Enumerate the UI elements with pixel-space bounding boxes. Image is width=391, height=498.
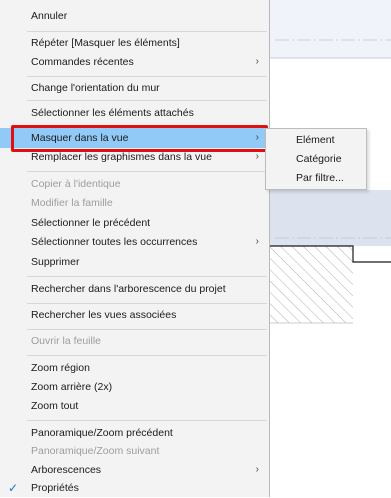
menu-separator: [27, 329, 267, 330]
menu-item-label: Sélectionner les éléments attachés: [31, 107, 194, 119]
menu-item-label: Rechercher les vues associées: [31, 309, 177, 321]
menu-item-modifier-famille: Modifier la famille: [0, 193, 268, 213]
menu-separator: [27, 420, 267, 421]
menu-item-label: Modifier la famille: [31, 197, 113, 209]
menu-separator: [27, 31, 267, 32]
menu-item-label: Commandes récentes: [31, 56, 134, 68]
menu-separator: [27, 276, 267, 277]
menu-item-label: Supprimer: [31, 256, 80, 268]
menu-item-label: Change l'orientation du mur: [31, 82, 160, 94]
menu-item-label: Panoramique/Zoom précédent: [31, 427, 173, 439]
menu-item-label: Panoramique/Zoom suivant: [31, 445, 160, 457]
menu-item-supprimer[interactable]: Supprimer: [0, 252, 268, 272]
checkmark-icon: ✓: [8, 481, 19, 495]
menu-item-selectionner-precedent[interactable]: Sélectionner le précédent: [0, 213, 268, 233]
context-menu: Annuler Répéter [Masquer les éléments] C…: [0, 0, 270, 497]
menu-item-selectionner-attaches[interactable]: Sélectionner les éléments attachés: [0, 103, 268, 123]
menu-item-ouvrir-feuille: Ouvrir la feuille: [0, 331, 268, 351]
highlight-annotation-box: [11, 125, 268, 152]
submenu-item-element[interactable]: Elément: [266, 131, 366, 150]
menu-item-zoom-tout[interactable]: Zoom tout: [0, 396, 268, 416]
submenu-item-par-filtre[interactable]: Par filtre...: [266, 169, 366, 188]
menu-item-selectionner-occurrences[interactable]: Sélectionner toutes les occurrences ›: [0, 232, 268, 252]
menu-item-change-orientation[interactable]: Change l'orientation du mur: [0, 78, 268, 98]
menu-item-label: Propriétés: [31, 482, 79, 494]
submenu-item-label: Par filtre...: [296, 172, 344, 184]
chevron-right-icon: ›: [255, 464, 259, 475]
menu-separator: [27, 171, 267, 172]
menu-item-label: Arborescences: [31, 464, 102, 476]
menu-item-annuler[interactable]: Annuler: [0, 6, 268, 26]
menu-item-label: Zoom région: [31, 362, 90, 374]
menu-separator: [27, 76, 267, 77]
menu-item-commandes-recentes[interactable]: Commandes récentes ›: [0, 52, 268, 72]
menu-separator: [27, 303, 267, 304]
menu-item-copier-identique: Copier à l'identique: [0, 174, 268, 194]
menu-item-rechercher-arborescence[interactable]: Rechercher dans l'arborescence du projet: [0, 279, 268, 299]
menu-item-panoramique-precedent[interactable]: Panoramique/Zoom précédent: [0, 423, 268, 443]
menu-item-rechercher-vues[interactable]: Rechercher les vues associées: [0, 305, 268, 325]
menu-item-label: Zoom arrière (2x): [31, 381, 113, 393]
menu-separator: [27, 100, 267, 101]
submenu-masquer: Elément Catégorie Par filtre...: [265, 128, 367, 190]
menu-item-label: Ouvrir la feuille: [31, 335, 102, 347]
menu-item-label: Rechercher dans l'arborescence du projet: [31, 283, 226, 295]
submenu-item-label: Elément: [296, 134, 335, 146]
menu-separator: [27, 355, 267, 356]
menu-item-arborescences[interactable]: Arborescences ›: [0, 460, 268, 480]
submenu-item-label: Catégorie: [296, 153, 342, 165]
menu-item-label: Zoom tout: [31, 400, 79, 412]
menu-item-proprietes[interactable]: ✓ Propriétés: [0, 478, 268, 498]
menu-item-label: Annuler: [31, 10, 68, 22]
menu-item-zoom-arriere[interactable]: Zoom arrière (2x): [0, 377, 268, 397]
menu-item-panoramique-suivant: Panoramique/Zoom suivant: [0, 441, 268, 461]
menu-item-label: Répéter [Masquer les éléments]: [31, 37, 180, 49]
chevron-right-icon: ›: [255, 56, 259, 67]
menu-item-zoom-region[interactable]: Zoom région: [0, 358, 268, 378]
menu-item-label: Copier à l'identique: [31, 178, 121, 190]
chevron-right-icon: ›: [255, 236, 259, 247]
menu-item-repeter[interactable]: Répéter [Masquer les éléments]: [0, 33, 268, 53]
menu-item-label: Sélectionner le précédent: [31, 217, 151, 229]
submenu-item-categorie[interactable]: Catégorie: [266, 150, 366, 169]
menu-item-label: Sélectionner toutes les occurrences: [31, 236, 198, 248]
menu-item-label: Remplacer les graphismes dans la vue: [31, 151, 212, 163]
